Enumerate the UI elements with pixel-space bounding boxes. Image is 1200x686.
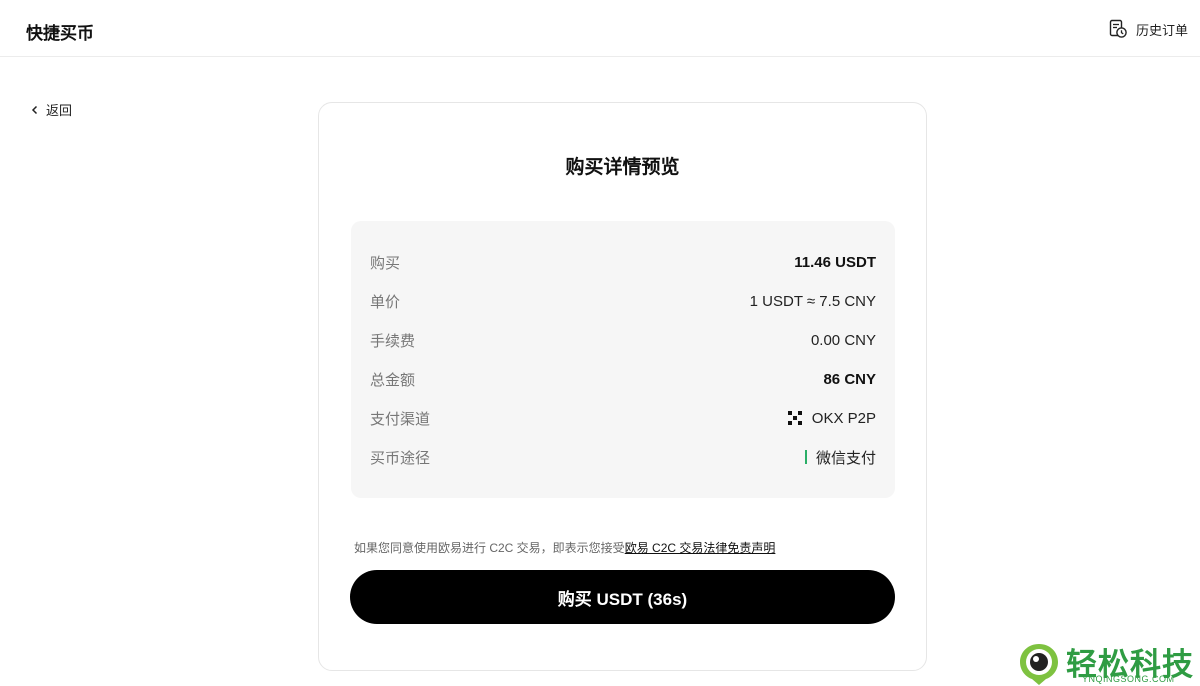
detail-row-amount: 购买 11.46 USDT — [370, 251, 876, 273]
detail-value: 0.00 CNY — [810, 331, 876, 349]
back-label: 返回 — [46, 103, 73, 118]
watermark-subtext: YNQINGSONG.COM — [1082, 674, 1175, 684]
detail-value: 11.46 USDT — [794, 253, 876, 271]
disclaimer: 如果您同意使用欧易进行 C2C 交易，即表示您接受欧易 C2C 交易法律免责声明 — [354, 539, 775, 556]
detail-row-payment-channel: 支付渠道 OKX P2P — [370, 407, 876, 429]
history-orders-button[interactable]: 历史订单 — [1108, 19, 1188, 39]
detail-label: 购买 — [370, 254, 401, 272]
watermark: 轻松科技 YNQINGSONG.COM — [1014, 638, 1200, 686]
detail-label: 单价 — [370, 293, 401, 311]
buy-method-text: 微信支付 — [815, 449, 876, 467]
wechat-pay-marker — [804, 450, 807, 464]
disclaimer-text: 如果您同意使用欧易进行 C2C 交易，即表示您接受 — [354, 541, 625, 555]
detail-label: 买币途径 — [370, 449, 431, 467]
detail-value-with-marker: 微信支付 — [804, 447, 876, 468]
detail-value-with-icon: OKX P2P — [787, 409, 876, 427]
detail-row-total: 总金额 86 CNY — [370, 368, 876, 390]
details-panel: 购买 11.46 USDT 单价 1 USDT ≈ 7.5 CNY 手续费 0.… — [351, 221, 895, 498]
detail-label: 总金额 — [370, 371, 416, 389]
disclaimer-link[interactable]: 欧易 C2C 交易法律免责声明 — [625, 541, 776, 555]
page-title: 快捷买币 — [26, 24, 94, 43]
buy-usdt-button[interactable]: 购买 USDT (36s) — [350, 570, 895, 624]
okx-logo-icon — [787, 411, 802, 425]
detail-value: 1 USDT ≈ 7.5 CNY — [749, 292, 876, 310]
back-button[interactable]: 返回 — [30, 100, 72, 119]
detail-row-unit-price: 单价 1 USDT ≈ 7.5 CNY — [370, 290, 876, 312]
detail-row-buy-method: 买币途径 微信支付 — [370, 446, 876, 468]
detail-value: 86 CNY — [823, 370, 876, 388]
payment-channel-text: OKX P2P — [811, 409, 876, 427]
detail-label: 支付渠道 — [370, 410, 431, 428]
top-bar: 快捷买币 历史订单 — [0, 0, 1200, 57]
card-title: 购买详情预览 — [565, 157, 680, 178]
purchase-preview-card: 购买详情预览 购买 11.46 USDT 单价 1 USDT ≈ 7.5 CNY… — [318, 102, 927, 671]
watermark-logo — [1020, 644, 1058, 685]
history-orders-label: 历史订单 — [1135, 22, 1188, 38]
detail-row-fee: 手续费 0.00 CNY — [370, 329, 876, 351]
detail-label: 手续费 — [370, 332, 416, 350]
chevron-left-icon — [31, 105, 38, 114]
order-history-icon — [1109, 19, 1127, 38]
